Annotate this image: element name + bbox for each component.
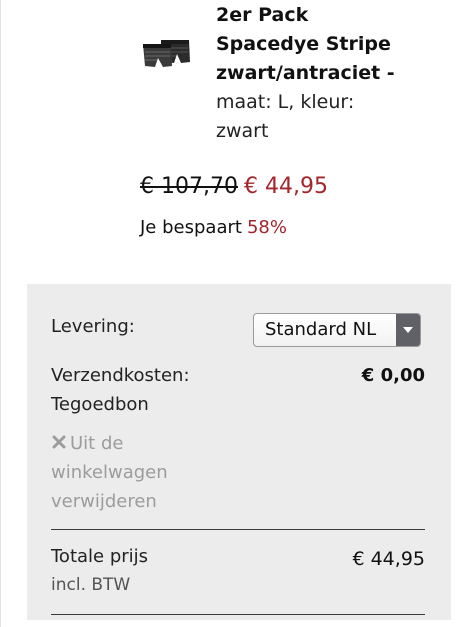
vat-note: incl. BTW xyxy=(51,575,131,595)
remove-line[interactable]: Uit de xyxy=(51,429,221,458)
old-price: € 107,70 xyxy=(140,174,238,199)
product-variant-line: zwart xyxy=(216,120,269,142)
delivery-select[interactable]: Standard NL xyxy=(253,313,421,347)
product-title-line[interactable]: zwart/antraciet - xyxy=(216,59,466,88)
delivery-select-value[interactable]: Standard NL xyxy=(265,317,376,343)
shipping-label: Verzendkosten: xyxy=(51,365,190,386)
remove-line[interactable]: winkelwagen xyxy=(51,458,221,487)
product-title-line[interactable]: 2er Pack xyxy=(216,1,466,30)
total-label: Totale prijs xyxy=(51,546,149,567)
product-title[interactable]: 2er Pack Spacedye Stripe zwart/antraciet… xyxy=(216,1,466,88)
savings-percent: 58% xyxy=(246,217,287,238)
cart-item: 2er Pack Spacedye Stripe zwart/antraciet… xyxy=(1,0,475,150)
voucher-label: Tegoedbon xyxy=(51,394,149,415)
close-icon xyxy=(52,435,66,449)
price-block: € 107,70 € 44,95 xyxy=(140,170,328,204)
product-variant-line: maat: L, kleur: xyxy=(216,91,355,113)
remove-line[interactable]: verwijderen xyxy=(51,487,221,516)
savings-label: Je bespaart xyxy=(140,217,242,238)
chevron-down-icon xyxy=(403,327,413,333)
remove-text[interactable]: Uit de xyxy=(70,433,123,454)
divider xyxy=(51,614,425,615)
product-thumbnail[interactable] xyxy=(141,36,193,70)
savings-text: Je bespaart 58% xyxy=(140,214,287,242)
boxer-briefs-icon xyxy=(143,40,190,67)
delivery-label: Levering: xyxy=(51,316,135,337)
sale-price: € 44,95 xyxy=(243,174,328,199)
shipping-cost: € 0,00 xyxy=(361,365,425,386)
dropdown-arrow[interactable] xyxy=(396,314,420,346)
product-variant: maat: L, kleur: zwart xyxy=(216,88,354,146)
cart-page: 2er Pack Spacedye Stripe zwart/antraciet… xyxy=(0,0,475,627)
remove-from-cart-link[interactable]: Uit de winkelwagen verwijderen xyxy=(51,429,221,516)
divider xyxy=(51,529,425,530)
product-title-line[interactable]: Spacedye Stripe xyxy=(216,30,466,59)
order-summary-panel: Levering: Standard NL Verzendkosten: € 0… xyxy=(27,284,451,620)
total-price: € 44,95 xyxy=(352,548,425,570)
